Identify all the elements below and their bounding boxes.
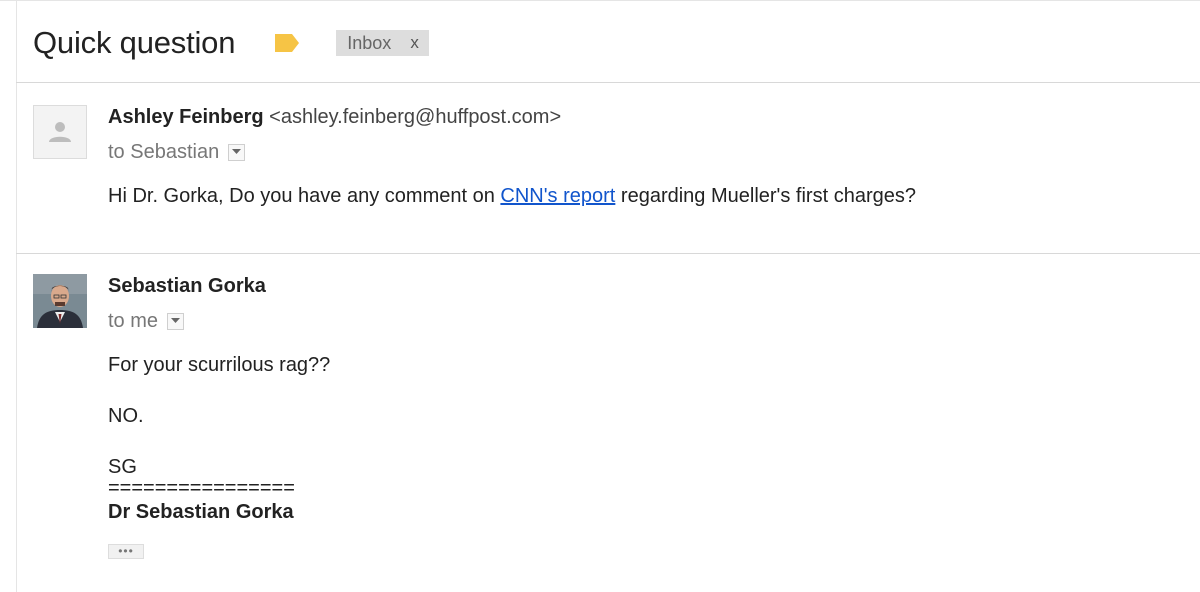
body-line-1: For your scurrilous rag?? [108,354,331,376]
left-border [16,1,17,592]
recipient-line: to me [108,309,1200,333]
sender-line: Sebastian Gorka [108,274,1200,298]
signature-separator: ================ [108,477,295,499]
details-dropdown-button[interactable] [228,143,246,161]
email-thread-view: Quick question Inbox x Ashley Feinberg <… [0,0,1200,592]
body-line-2: NO. [108,405,144,427]
remove-label-button[interactable]: x [410,33,419,53]
label-chip-inbox[interactable]: Inbox x [336,30,429,56]
avatar [33,105,87,159]
person-icon [49,122,71,142]
message-body: Hi Dr. Gorka, Do you have any comment on… [108,184,1200,208]
signature-initials: SG [108,456,137,478]
thread-subject: Quick question [33,25,236,60]
label-chip-text: Inbox [347,32,392,53]
cnn-report-link[interactable]: CNN's report [500,185,615,207]
importance-marker-icon[interactable] [275,34,300,52]
avatar [33,274,87,328]
sender-name[interactable]: Ashley Feinberg [108,106,264,128]
chevron-down-icon [171,318,181,323]
message-2[interactable]: Sebastian Gorka to me For your scurrilou… [33,274,1200,574]
sender-email: <ashley.feinberg@huffpost.com> [269,106,562,128]
signature-name: Dr Sebastian Gorka [108,501,294,523]
details-dropdown-button[interactable] [167,312,185,330]
body-text: regarding Mueller's first charges? [615,185,916,207]
thread-header: Quick question Inbox x [33,23,429,63]
show-trimmed-content-button[interactable]: ••• [108,543,144,559]
body-text: Hi Dr. Gorka, Do you have any comment on [108,185,501,207]
recipient-text: to Sebastian [108,141,220,163]
divider [16,82,1200,83]
profile-photo [33,274,87,328]
chevron-down-icon [232,149,242,154]
sender-line: Ashley Feinberg <ashley.feinberg@huffpos… [108,105,1200,129]
recipient-text: to me [108,310,159,332]
divider [16,253,1200,254]
sender-name[interactable]: Sebastian Gorka [108,275,266,297]
message-1[interactable]: Ashley Feinberg <ashley.feinberg@huffpos… [33,105,1200,225]
recipient-line: to Sebastian [108,140,1200,164]
